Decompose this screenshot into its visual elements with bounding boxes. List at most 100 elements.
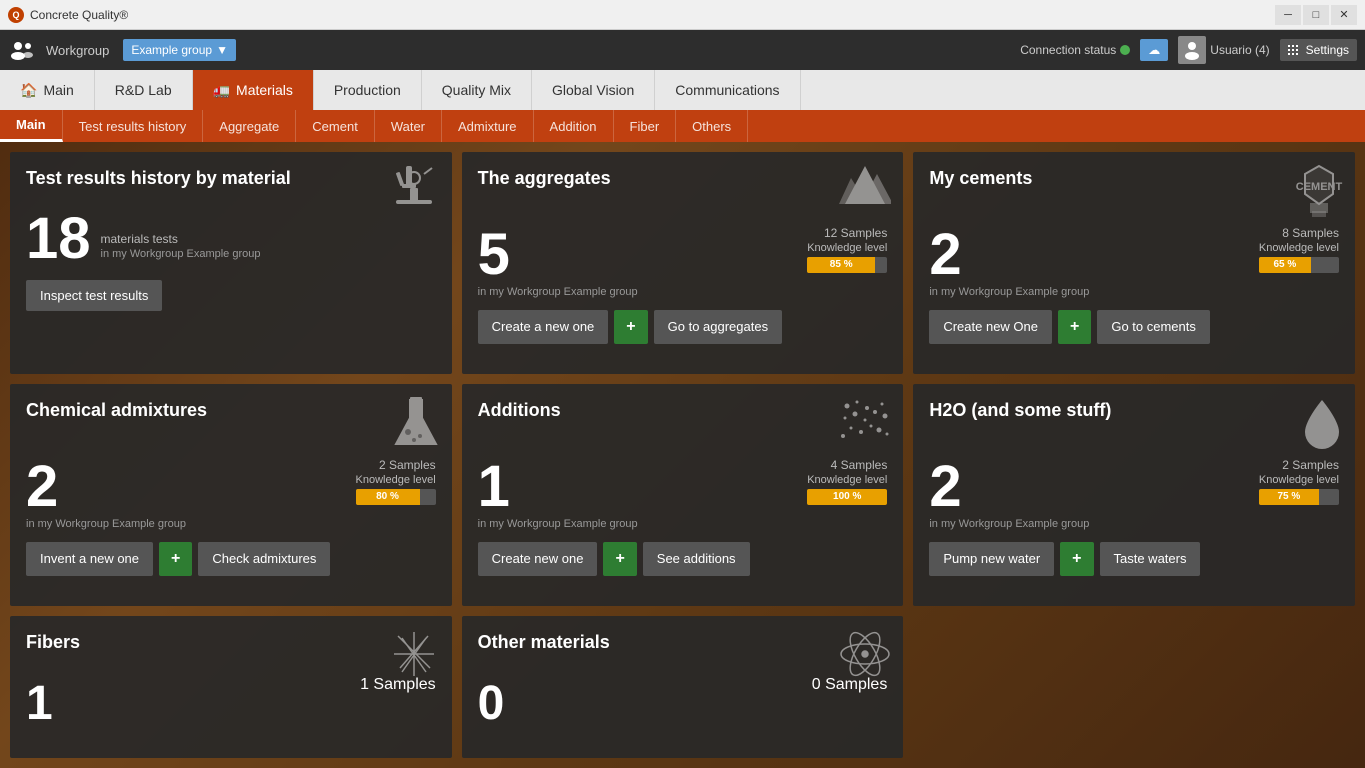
cements-subtitle: in my Workgroup Example group <box>929 286 1089 298</box>
admixtures-samples: 2 Samples <box>356 458 436 472</box>
card-aggregates-title: The aggregates <box>478 168 888 190</box>
additions-subtitle: in my Workgroup Example group <box>478 518 638 530</box>
check-admixtures-button[interactable]: Check admixtures <box>198 542 330 576</box>
taste-waters-button[interactable]: Taste waters <box>1100 542 1201 576</box>
create-addition-button[interactable]: Create new one <box>478 542 598 576</box>
nav-global-vision[interactable]: Global Vision <box>532 70 655 110</box>
mountains-icon <box>839 164 891 215</box>
aggregates-subtitle: in my Workgroup Example group <box>478 286 638 298</box>
add-water-button[interactable]: + <box>1060 542 1093 576</box>
fibers-number: 1 <box>26 680 53 728</box>
card-fibers-title: Fibers <box>26 632 436 654</box>
goto-cements-button[interactable]: Go to cements <box>1097 310 1210 344</box>
water-subtitle: in my Workgroup Example group <box>929 518 1089 530</box>
add-admixture-button[interactable]: + <box>159 542 192 576</box>
atom-icon <box>839 628 891 689</box>
see-additions-button[interactable]: See additions <box>643 542 750 576</box>
settings-icon <box>1288 43 1302 57</box>
cements-progress-fill: 65 % <box>1259 257 1311 273</box>
card-water: H2O (and some stuff) 2 in my Workgroup E… <box>913 384 1355 606</box>
create-cement-button[interactable]: Create new One <box>929 310 1052 344</box>
additions-stats: 4 Samples Knowledge level 100 % <box>807 458 887 530</box>
card-test-results: Test results history by material 18 mate… <box>10 152 452 374</box>
connection-dot <box>1120 45 1130 55</box>
additions-progress-fill: 100 % <box>807 489 887 505</box>
nav-production[interactable]: Production <box>314 70 422 110</box>
nav-main[interactable]: 🏠 Main <box>0 70 95 110</box>
card-fibers: Fibers 1 1 Samples <box>10 616 452 758</box>
content-area: Test results history by material 18 mate… <box>0 142 1365 768</box>
pump-water-button[interactable]: Pump new water <box>929 542 1054 576</box>
workgroup-label: Workgroup <box>46 43 109 58</box>
add-cement-button[interactable]: + <box>1058 310 1091 344</box>
admixtures-knowledge: Knowledge level <box>356 474 436 486</box>
cements-samples: 8 Samples <box>1259 226 1339 240</box>
flask-icon <box>392 396 440 459</box>
create-aggregate-button[interactable]: Create a new one <box>478 310 609 344</box>
admixtures-progress-bar: 80 % <box>356 489 436 505</box>
water-samples: 2 Samples <box>1259 458 1339 472</box>
card-additions-title: Additions <box>478 400 888 422</box>
water-number: 2 <box>929 458 1089 516</box>
aggregates-buttons: Create a new one + Go to aggregates <box>478 310 888 344</box>
add-addition-button[interactable]: + <box>603 542 636 576</box>
test-results-buttons: Inspect test results <box>26 280 436 311</box>
invent-admixture-button[interactable]: Invent a new one <box>26 542 153 576</box>
close-button[interactable]: ✕ <box>1331 5 1357 25</box>
fibers-icon <box>388 628 440 689</box>
nav-materials[interactable]: 🚛 Materials <box>193 70 314 110</box>
sub-nav-test-results[interactable]: Test results history <box>63 110 204 142</box>
inspect-test-results-button[interactable]: Inspect test results <box>26 280 162 311</box>
nav-communications[interactable]: Communications <box>655 70 800 110</box>
aggregates-progress-fill: 85 % <box>807 257 875 273</box>
sub-nav-cement[interactable]: Cement <box>296 110 375 142</box>
card-cements: My cements CEMENT 2 in my Workgroup Exam… <box>913 152 1355 374</box>
additions-number: 1 <box>478 458 638 516</box>
nav-quality-mix[interactable]: Quality Mix <box>422 70 532 110</box>
user-avatar <box>1178 36 1206 64</box>
water-drop-icon <box>1301 396 1343 459</box>
water-progress-bar: 75 % <box>1259 489 1339 505</box>
particles-icon <box>837 396 891 451</box>
settings-button[interactable]: Settings <box>1280 39 1357 61</box>
sub-nav-water[interactable]: Water <box>375 110 442 142</box>
water-knowledge: Knowledge level <box>1259 474 1339 486</box>
home-icon: 🏠 <box>20 82 37 99</box>
nav-rd[interactable]: R&D Lab <box>95 70 193 110</box>
maximize-button[interactable]: □ <box>1303 5 1329 25</box>
goto-aggregates-button[interactable]: Go to aggregates <box>654 310 782 344</box>
sub-nav-others[interactable]: Others <box>676 110 748 142</box>
card-cements-title: My cements <box>929 168 1339 190</box>
connection-status: Connection status <box>1020 43 1130 57</box>
card-other-materials-title: Other materials <box>478 632 888 654</box>
sub-nav-fiber[interactable]: Fiber <box>614 110 677 142</box>
workgroup-dropdown[interactable]: Example group ▼ <box>123 39 236 61</box>
admixtures-stats: 2 Samples Knowledge level 80 % <box>356 458 436 530</box>
other-materials-number: 0 <box>478 680 505 728</box>
aggregates-progress-bar: 85 % <box>807 257 887 273</box>
toolbar: Workgroup Example group ▼ Connection sta… <box>0 30 1365 70</box>
cements-knowledge: Knowledge level <box>1259 242 1339 254</box>
test-results-number: 18 <box>26 210 91 268</box>
add-aggregate-button[interactable]: + <box>614 310 647 344</box>
cloud-button[interactable]: ☁ <box>1140 39 1168 61</box>
card-aggregates: The aggregates 5 in my Workgroup Example… <box>462 152 904 374</box>
title-bar: Q Concrete Quality® ─ □ ✕ <box>0 0 1365 30</box>
additions-progress-bar: 100 % <box>807 489 887 505</box>
sub-nav: Main Test results history Aggregate Ceme… <box>0 110 1365 142</box>
additions-samples: 4 Samples <box>807 458 887 472</box>
svg-text:CEMENT: CEMENT <box>1296 181 1343 193</box>
main-nav: 🏠 Main R&D Lab 🚛 Materials Production Qu… <box>0 70 1365 110</box>
sub-nav-admixture[interactable]: Admixture <box>442 110 534 142</box>
card-additions: Additions 1 in my Workgroup Example grou… <box>462 384 904 606</box>
microscope-icon <box>388 164 440 225</box>
sub-nav-addition[interactable]: Addition <box>534 110 614 142</box>
card-other-materials: Other materials 0 0 Samples <box>462 616 904 758</box>
test-results-subtitle: in my Workgroup Example group <box>101 248 261 260</box>
additions-buttons: Create new one + See additions <box>478 542 888 576</box>
cements-buttons: Create new One + Go to cements <box>929 310 1339 344</box>
cement-icon: CEMENT <box>1295 164 1343 227</box>
sub-nav-main[interactable]: Main <box>0 110 63 142</box>
sub-nav-aggregate[interactable]: Aggregate <box>203 110 296 142</box>
minimize-button[interactable]: ─ <box>1275 5 1301 25</box>
